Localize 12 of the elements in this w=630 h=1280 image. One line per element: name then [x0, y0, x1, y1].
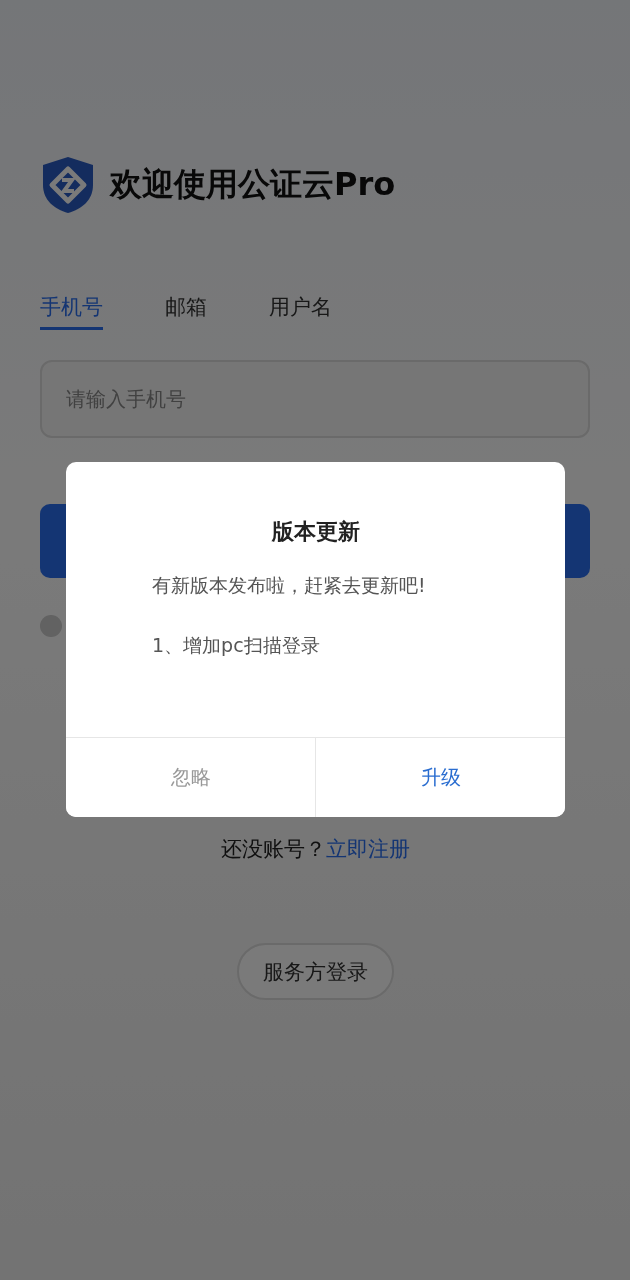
app-title: 欢迎使用公证云Pro: [110, 164, 396, 205]
dialog-title: 版本更新: [270, 518, 361, 546]
dialog-message: 有新版本发布啦，赶紧去更新吧!: [152, 573, 427, 598]
register-link[interactable]: 立即注册: [325, 835, 410, 863]
shield-logo-icon: [40, 155, 96, 215]
login-tab[interactable]: 用户名: [269, 293, 332, 330]
provider-login-button[interactable]: 服务方登录: [236, 943, 394, 1000]
login-tab[interactable]: 手机号: [40, 293, 103, 330]
login-tab[interactable]: 邮箱: [165, 293, 207, 330]
changelog-item: 1、增加pc扫描登录: [152, 633, 321, 658]
register-prompt: 还没账号？: [220, 836, 326, 863]
upgrade-button[interactable]: 升级: [315, 738, 565, 817]
